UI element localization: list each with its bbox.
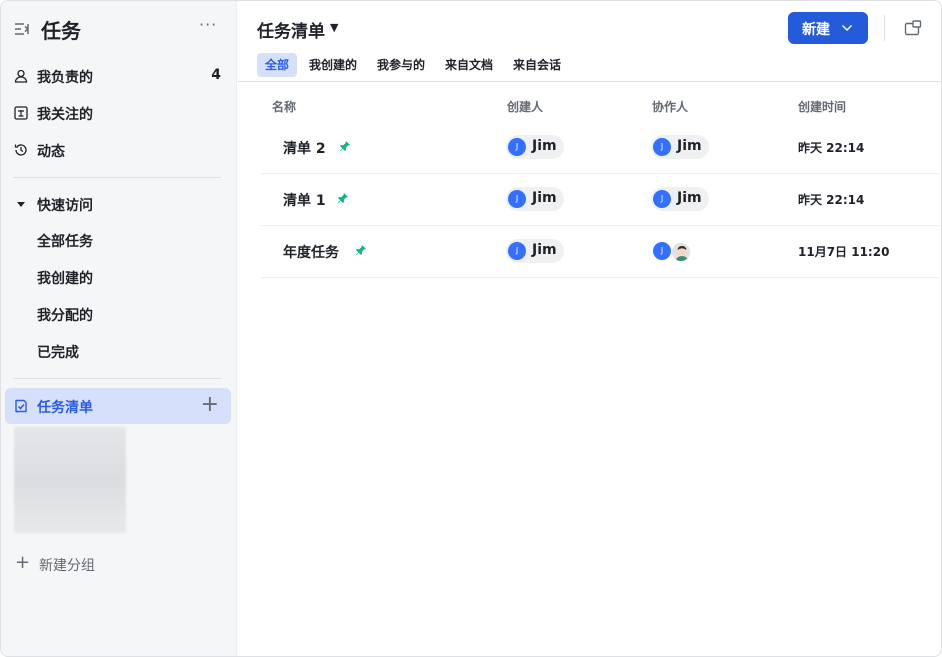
created-time: 昨天 22:14 bbox=[798, 141, 865, 155]
avatar: J bbox=[508, 242, 526, 260]
person-icon bbox=[14, 69, 28, 83]
page-title: 任务清单 bbox=[257, 22, 325, 42]
task-list-icon bbox=[15, 399, 27, 413]
sidebar-item-created-by-me[interactable]: 我创建的 bbox=[5, 260, 231, 294]
sidebar-item-label: 全部任务 bbox=[37, 234, 93, 250]
creator-chip[interactable]: J Jim bbox=[506, 239, 564, 263]
add-task-list-icon[interactable]: + bbox=[201, 392, 219, 417]
sidebar-item-label: 我负责的 bbox=[37, 70, 93, 86]
sidebar-item-activity[interactable]: 动态 bbox=[5, 133, 231, 167]
table-row[interactable]: 清单 2 J Jim J Jim 昨天 22:14 bbox=[261, 122, 939, 174]
new-button-label: 新建 bbox=[802, 22, 830, 38]
new-button[interactable]: 新建 bbox=[788, 12, 868, 44]
sidebar-item-task-list[interactable]: 任务清单 + bbox=[5, 388, 231, 424]
pin-icon[interactable] bbox=[337, 192, 349, 204]
sidebar-item-label: 我创建的 bbox=[37, 271, 93, 287]
sidebar-item-following[interactable]: 我关注的 bbox=[5, 96, 231, 130]
main-panel: 任务清单 ▼ 新建 全部 我创建的 我参与的 来自文档 来自会话 名称 创建人 … bbox=[238, 1, 941, 656]
column-header-created-time[interactable]: 创建时间 bbox=[798, 98, 846, 115]
collaborator-name: Jim bbox=[677, 138, 702, 154]
sidebar-item-label: 我关注的 bbox=[37, 107, 93, 123]
sidebar-item-assigned-to-me[interactable]: 我负责的 4 bbox=[5, 59, 231, 93]
task-list-name[interactable]: 清单 2 bbox=[283, 138, 326, 158]
chevron-down-icon bbox=[841, 24, 853, 32]
star-box-icon bbox=[14, 106, 28, 120]
pin-icon[interactable] bbox=[355, 244, 367, 256]
task-list-name[interactable]: 清单 1 bbox=[283, 190, 326, 210]
sidebar-item-label: 任务清单 bbox=[37, 400, 93, 416]
table-row[interactable]: 年度任务 J Jim J 11月7日 11:20 bbox=[261, 226, 939, 278]
blurred-content bbox=[14, 427, 126, 533]
table-row[interactable]: 清单 1 J Jim J Jim 昨天 22:14 bbox=[261, 174, 939, 226]
history-icon bbox=[14, 144, 27, 156]
creator-name: Jim bbox=[532, 242, 557, 258]
collaborator-name: Jim bbox=[677, 190, 702, 206]
created-time: 昨天 22:14 bbox=[798, 193, 865, 207]
tab-from-chats[interactable]: 来自会话 bbox=[505, 53, 569, 77]
more-icon[interactable]: ··· bbox=[199, 15, 217, 34]
collapse-sidebar-icon[interactable] bbox=[13, 20, 31, 38]
avatar: J bbox=[653, 242, 671, 260]
tab-participating[interactable]: 我参与的 bbox=[369, 53, 433, 77]
collaborator-chip[interactable]: J Jim bbox=[651, 187, 709, 211]
quick-access-header[interactable]: 快速访问 bbox=[5, 187, 231, 221]
pin-icon[interactable] bbox=[339, 140, 351, 152]
tab-created-by-me[interactable]: 我创建的 bbox=[301, 53, 365, 77]
tab-all[interactable]: 全部 bbox=[257, 53, 298, 77]
app-window: 任务 ··· 我负责的 4 我关注的 动态 快速访问 全部任务 我创建的 我分配… bbox=[0, 0, 942, 657]
created-time: 11月7日 11:20 bbox=[798, 245, 890, 259]
photo-avatar bbox=[671, 242, 691, 262]
divider bbox=[13, 378, 221, 379]
avatar: J bbox=[508, 190, 526, 208]
collaborator-chip[interactable]: J Jim bbox=[651, 135, 709, 159]
sidebar-item-label: 动态 bbox=[37, 144, 65, 160]
creator-name: Jim bbox=[532, 190, 557, 206]
sidebar-header: 任务 ··· bbox=[1, 9, 237, 49]
sidebar-item-all-tasks[interactable]: 全部任务 bbox=[5, 223, 231, 257]
column-header-creator[interactable]: 创建人 bbox=[507, 98, 543, 115]
avatar: J bbox=[653, 138, 671, 156]
tab-from-docs[interactable]: 来自文档 bbox=[437, 53, 501, 77]
sidebar-item-assigned-by-me[interactable]: 我分配的 bbox=[5, 297, 231, 331]
sidebar-item-completed[interactable]: 已完成 bbox=[5, 334, 231, 368]
plus-icon: + bbox=[15, 552, 31, 573]
open-window-icon[interactable] bbox=[904, 20, 922, 36]
person-photo-icon bbox=[672, 243, 690, 261]
avatar: J bbox=[653, 190, 671, 208]
sidebar-title: 任务 bbox=[41, 19, 81, 43]
divider bbox=[13, 177, 221, 178]
caret-down-icon bbox=[17, 202, 25, 207]
creator-name: Jim bbox=[532, 138, 557, 154]
sidebar-item-label: 已完成 bbox=[37, 345, 79, 361]
task-list-name[interactable]: 年度任务 bbox=[283, 242, 339, 262]
column-header-collaborator[interactable]: 协作人 bbox=[652, 98, 688, 115]
sidebar: 任务 ··· 我负责的 4 我关注的 动态 快速访问 全部任务 我创建的 我分配… bbox=[1, 1, 237, 656]
new-group-label: 新建分组 bbox=[39, 558, 95, 574]
sidebar-item-label: 我分配的 bbox=[37, 308, 93, 324]
creator-chip[interactable]: J Jim bbox=[506, 187, 564, 211]
quick-access-label: 快速访问 bbox=[37, 198, 93, 214]
header-divider bbox=[884, 15, 885, 41]
creator-chip[interactable]: J Jim bbox=[506, 135, 564, 159]
column-header-name[interactable]: 名称 bbox=[272, 98, 296, 115]
collaborator-avatars[interactable]: J bbox=[651, 239, 701, 265]
title-dropdown-icon[interactable]: ▼ bbox=[330, 21, 338, 34]
avatar: J bbox=[508, 138, 526, 156]
count-badge: 4 bbox=[211, 67, 221, 83]
tabs-divider bbox=[238, 81, 941, 82]
